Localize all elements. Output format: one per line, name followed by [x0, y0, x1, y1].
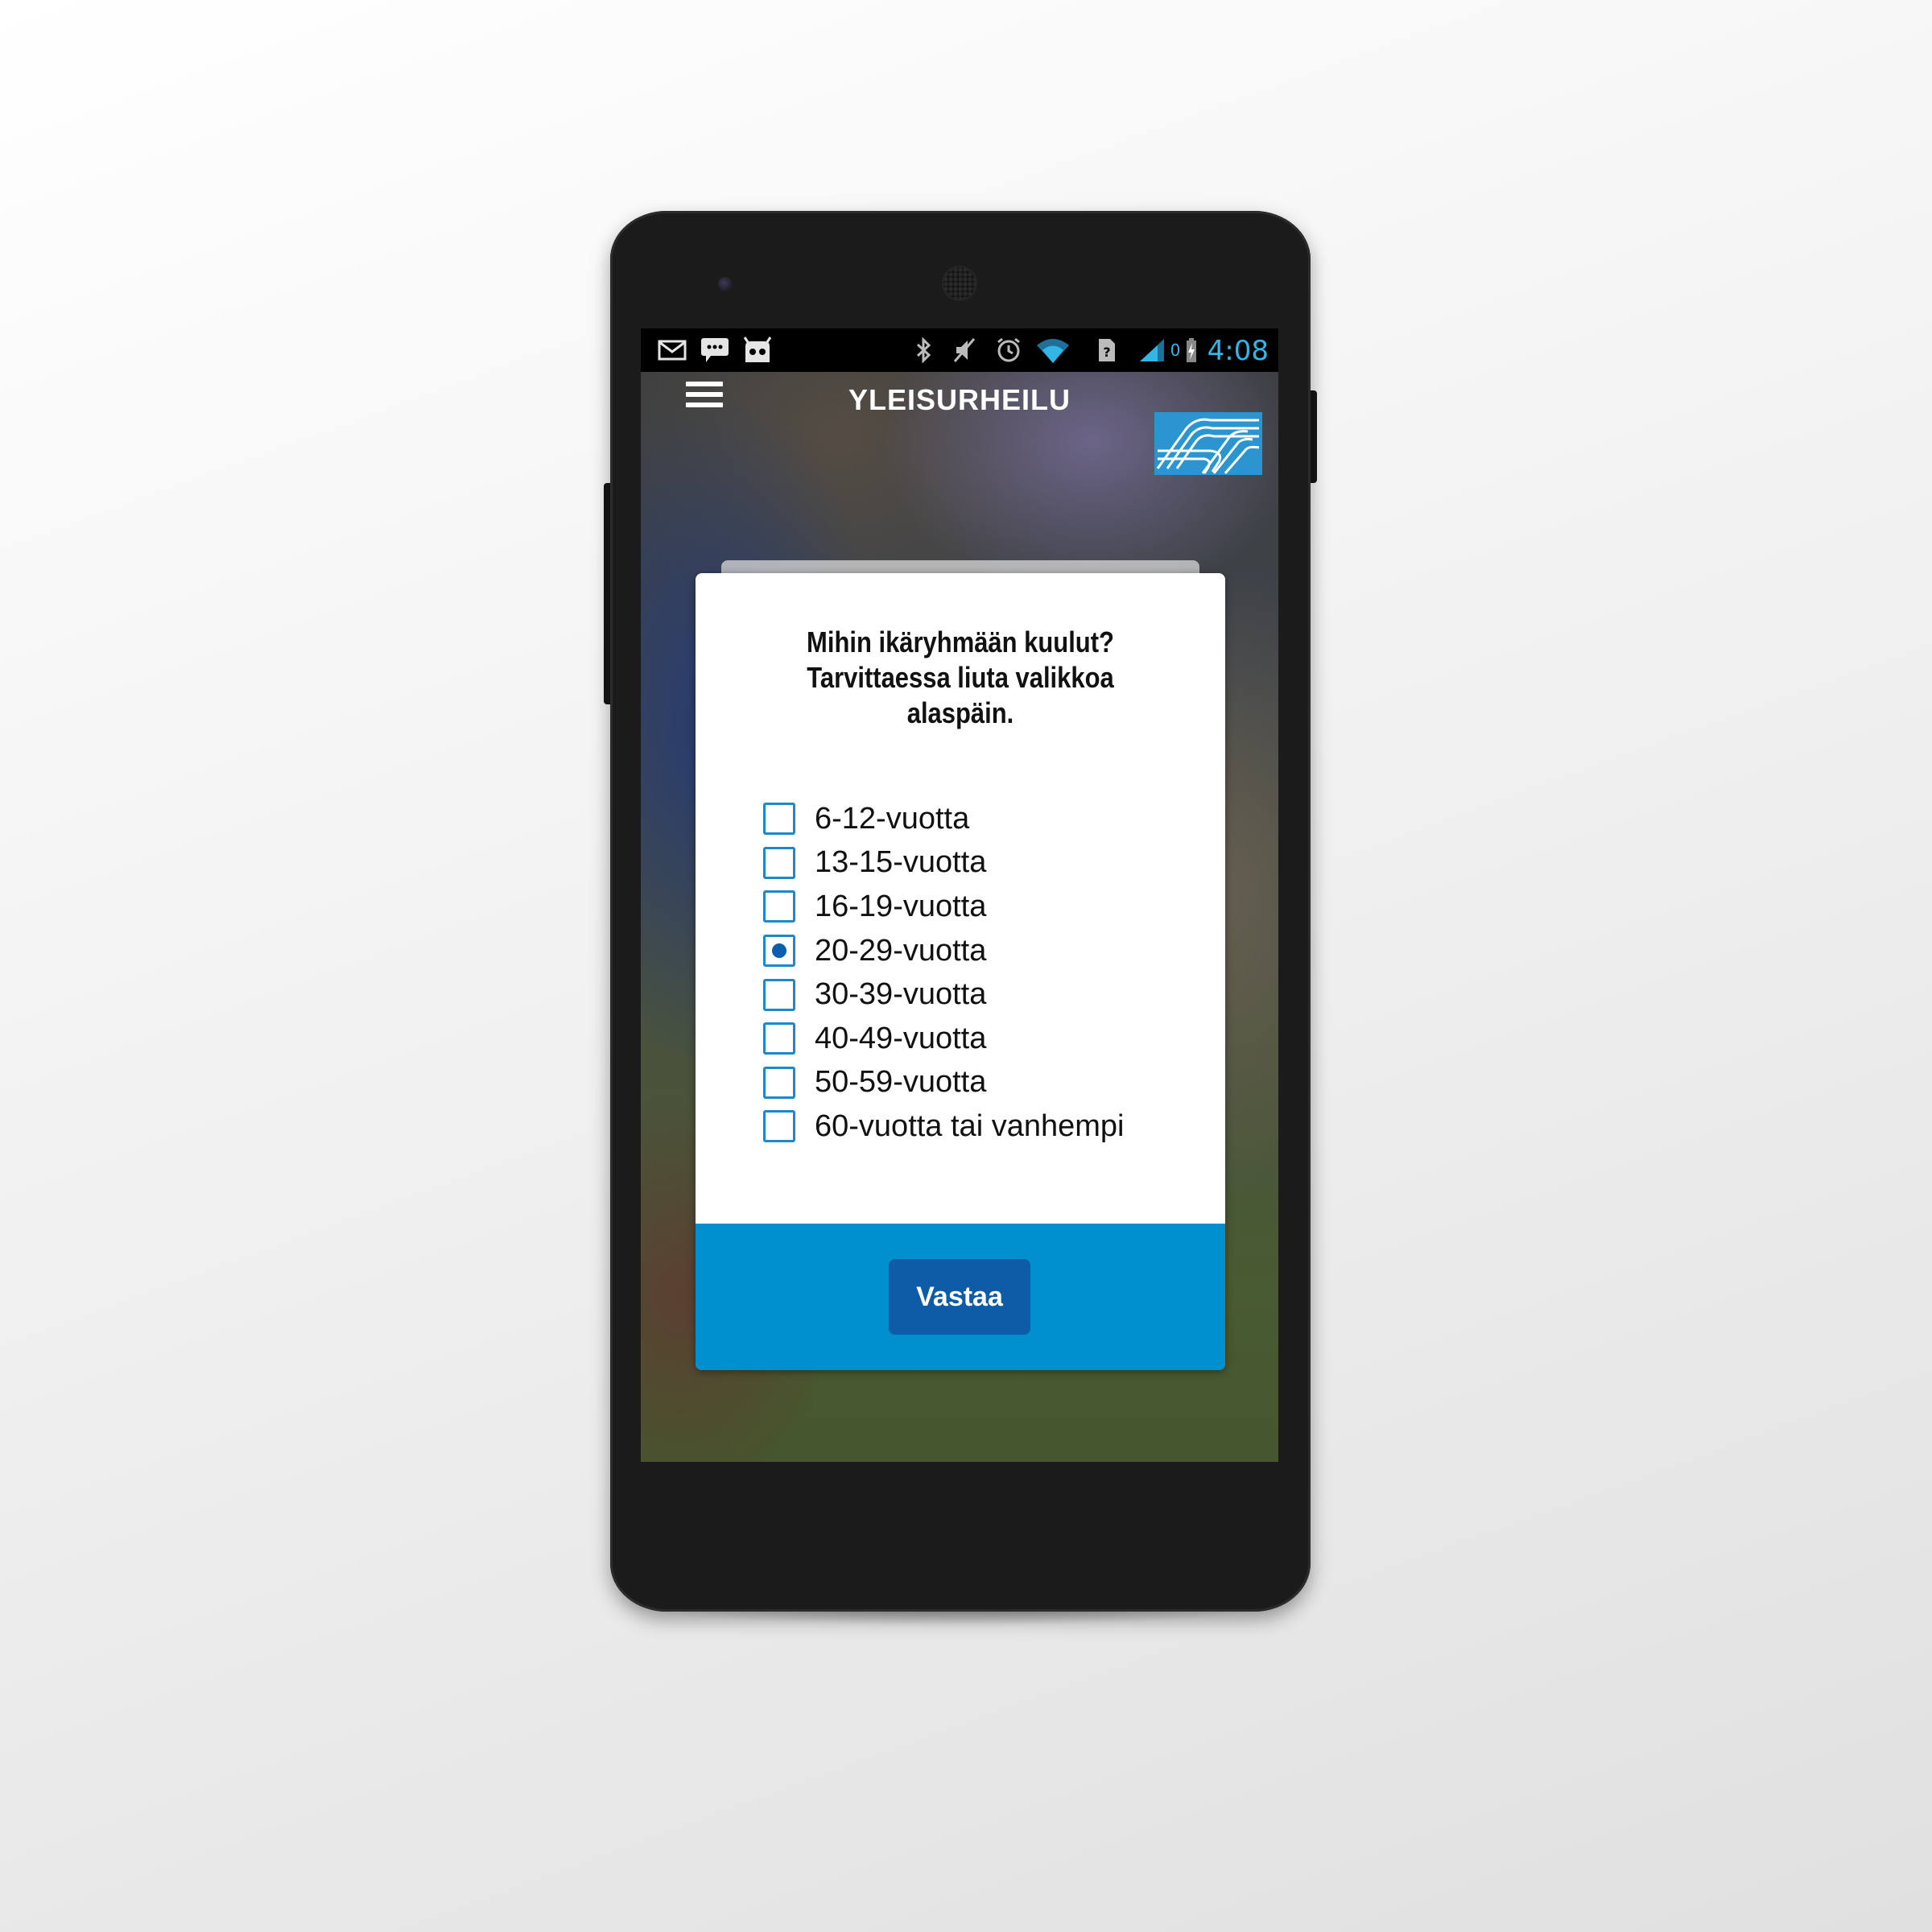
status-bar: ? 0 4:08: [641, 328, 1278, 372]
age-options-list: 6-12-vuotta 13-15-vuotta 16-19-vuotta 20…: [763, 797, 1214, 1149]
phone-screen: ? 0 4:08 YLEISURHEILU Mihin ikäryhmään k…: [641, 328, 1278, 1462]
bluetooth-icon: [914, 336, 934, 364]
option-16-19[interactable]: 16-19-vuotta: [763, 885, 1214, 929]
option-label: 60-vuotta tai vanhempi: [815, 1108, 1125, 1143]
yleisurheilu-logo: [1154, 412, 1262, 475]
option-30-39[interactable]: 30-39-vuotta: [763, 972, 1214, 1017]
checkbox[interactable]: [763, 1066, 795, 1099]
wifi-icon: [1035, 336, 1071, 364]
checkbox[interactable]: [763, 803, 795, 836]
cyanogenmod-icon: [741, 336, 774, 364]
submit-answer-button[interactable]: Vastaa: [889, 1259, 1030, 1335]
checkbox[interactable]: [763, 978, 795, 1011]
option-60-plus[interactable]: 60-vuotta tai vanhempi: [763, 1104, 1214, 1149]
option-label: 50-59-vuotta: [815, 1065, 987, 1100]
checkbox[interactable]: [763, 890, 795, 923]
svg-text:?: ?: [1103, 345, 1110, 360]
alarm-icon: [995, 336, 1022, 364]
mute-icon: [953, 336, 977, 364]
option-label: 6-12-vuotta: [815, 801, 970, 836]
clock: 4:08: [1207, 335, 1269, 367]
mail-icon: [657, 336, 687, 364]
option-13-15[interactable]: 13-15-vuotta: [763, 841, 1214, 886]
option-label: 16-19-vuotta: [815, 889, 987, 923]
option-label: 40-49-vuotta: [815, 1021, 987, 1055]
option-label: 30-39-vuotta: [815, 977, 987, 1012]
option-40-49[interactable]: 40-49-vuotta: [763, 1017, 1214, 1061]
chat-icon: [699, 336, 731, 364]
sim-icon: ?: [1096, 336, 1117, 364]
battery-percent: 0: [1170, 341, 1181, 360]
earpiece-speaker: [942, 266, 977, 301]
option-6-12[interactable]: 6-12-vuotta: [763, 797, 1214, 841]
option-label: 20-29-vuotta: [815, 933, 987, 968]
checkbox-selected[interactable]: [763, 935, 795, 968]
dialog-question: Mihin ikäryhmään kuulut? Tarvittaessa li…: [807, 625, 1114, 729]
checkbox[interactable]: [763, 1110, 795, 1143]
option-20-29[interactable]: 20-29-vuotta: [763, 929, 1214, 973]
checkbox[interactable]: [763, 846, 795, 879]
battery-icon: [1185, 336, 1198, 364]
signal-icon: [1138, 336, 1166, 364]
option-label: 13-15-vuotta: [815, 845, 987, 880]
checkbox[interactable]: [763, 1022, 795, 1055]
option-50-59[interactable]: 50-59-vuotta: [763, 1061, 1214, 1105]
age-group-dialog: Mihin ikäryhmään kuulut? Tarvittaessa li…: [696, 573, 1225, 1370]
front-camera: [718, 277, 733, 291]
dialog-footer: Vastaa: [696, 1224, 1225, 1370]
